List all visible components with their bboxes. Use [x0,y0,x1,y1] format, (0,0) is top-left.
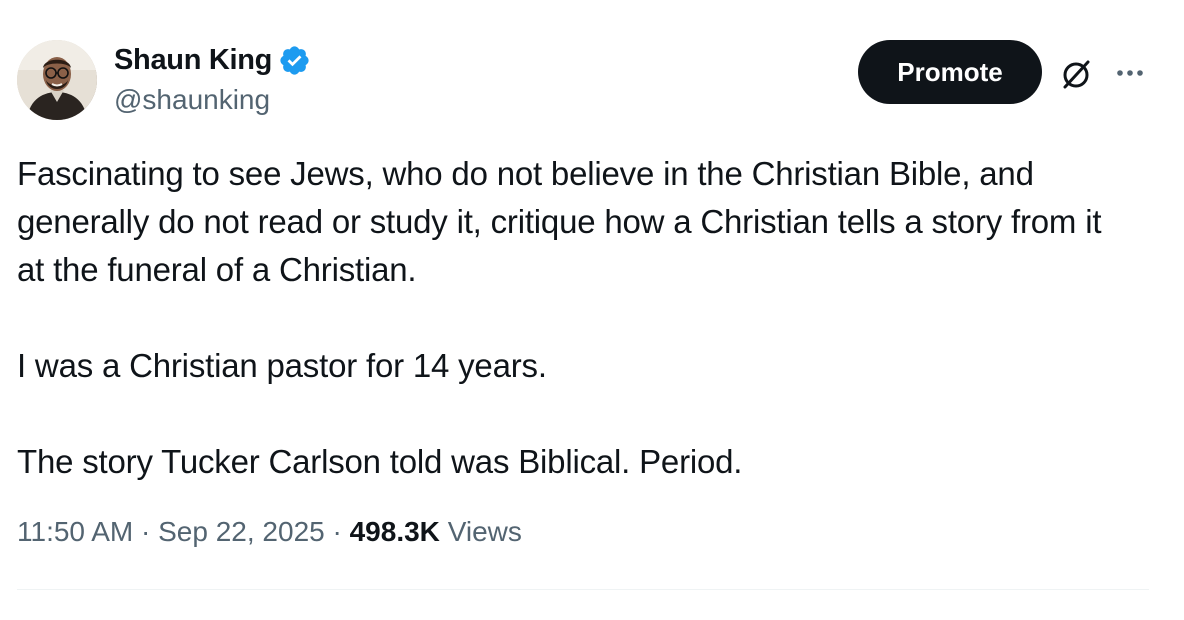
views-count[interactable]: 498.3K [350,516,440,548]
verified-badge-icon[interactable] [278,44,311,77]
tweet-paragraph: Fascinating to see Jews, who do not beli… [17,155,1102,288]
avatar-image [17,40,97,120]
tweet-card: Shaun King @shaunking Promote Fascinatin… [0,0,1184,620]
grok-icon[interactable] [1056,54,1096,94]
meta-separator: · [133,516,159,547]
tweet-metadata: 11:50 AM · Sep 22, 2025 · 498.3K Views [17,516,522,548]
promote-button[interactable]: Promote [858,40,1042,104]
avatar[interactable] [17,40,97,120]
display-name[interactable]: Shaun King [114,44,272,77]
tweet-paragraph: I was a Christian pastor for 14 years. [17,347,547,384]
views-label[interactable]: Views [448,516,522,548]
divider [17,589,1149,590]
author-name-row[interactable]: Shaun King [114,44,311,77]
tweet-paragraph: The story Tucker Carlson told was Biblic… [17,443,743,480]
user-handle[interactable]: @shaunking [114,84,270,116]
more-options-icon[interactable] [1112,58,1148,88]
views-label-spacer [440,516,448,548]
tweet-text: Fascinating to see Jews, who do not beli… [17,150,1137,486]
tweet-time[interactable]: 11:50 AM [17,516,133,548]
meta-separator: · [324,516,350,547]
tweet-date[interactable]: Sep 22, 2025 [158,516,325,548]
